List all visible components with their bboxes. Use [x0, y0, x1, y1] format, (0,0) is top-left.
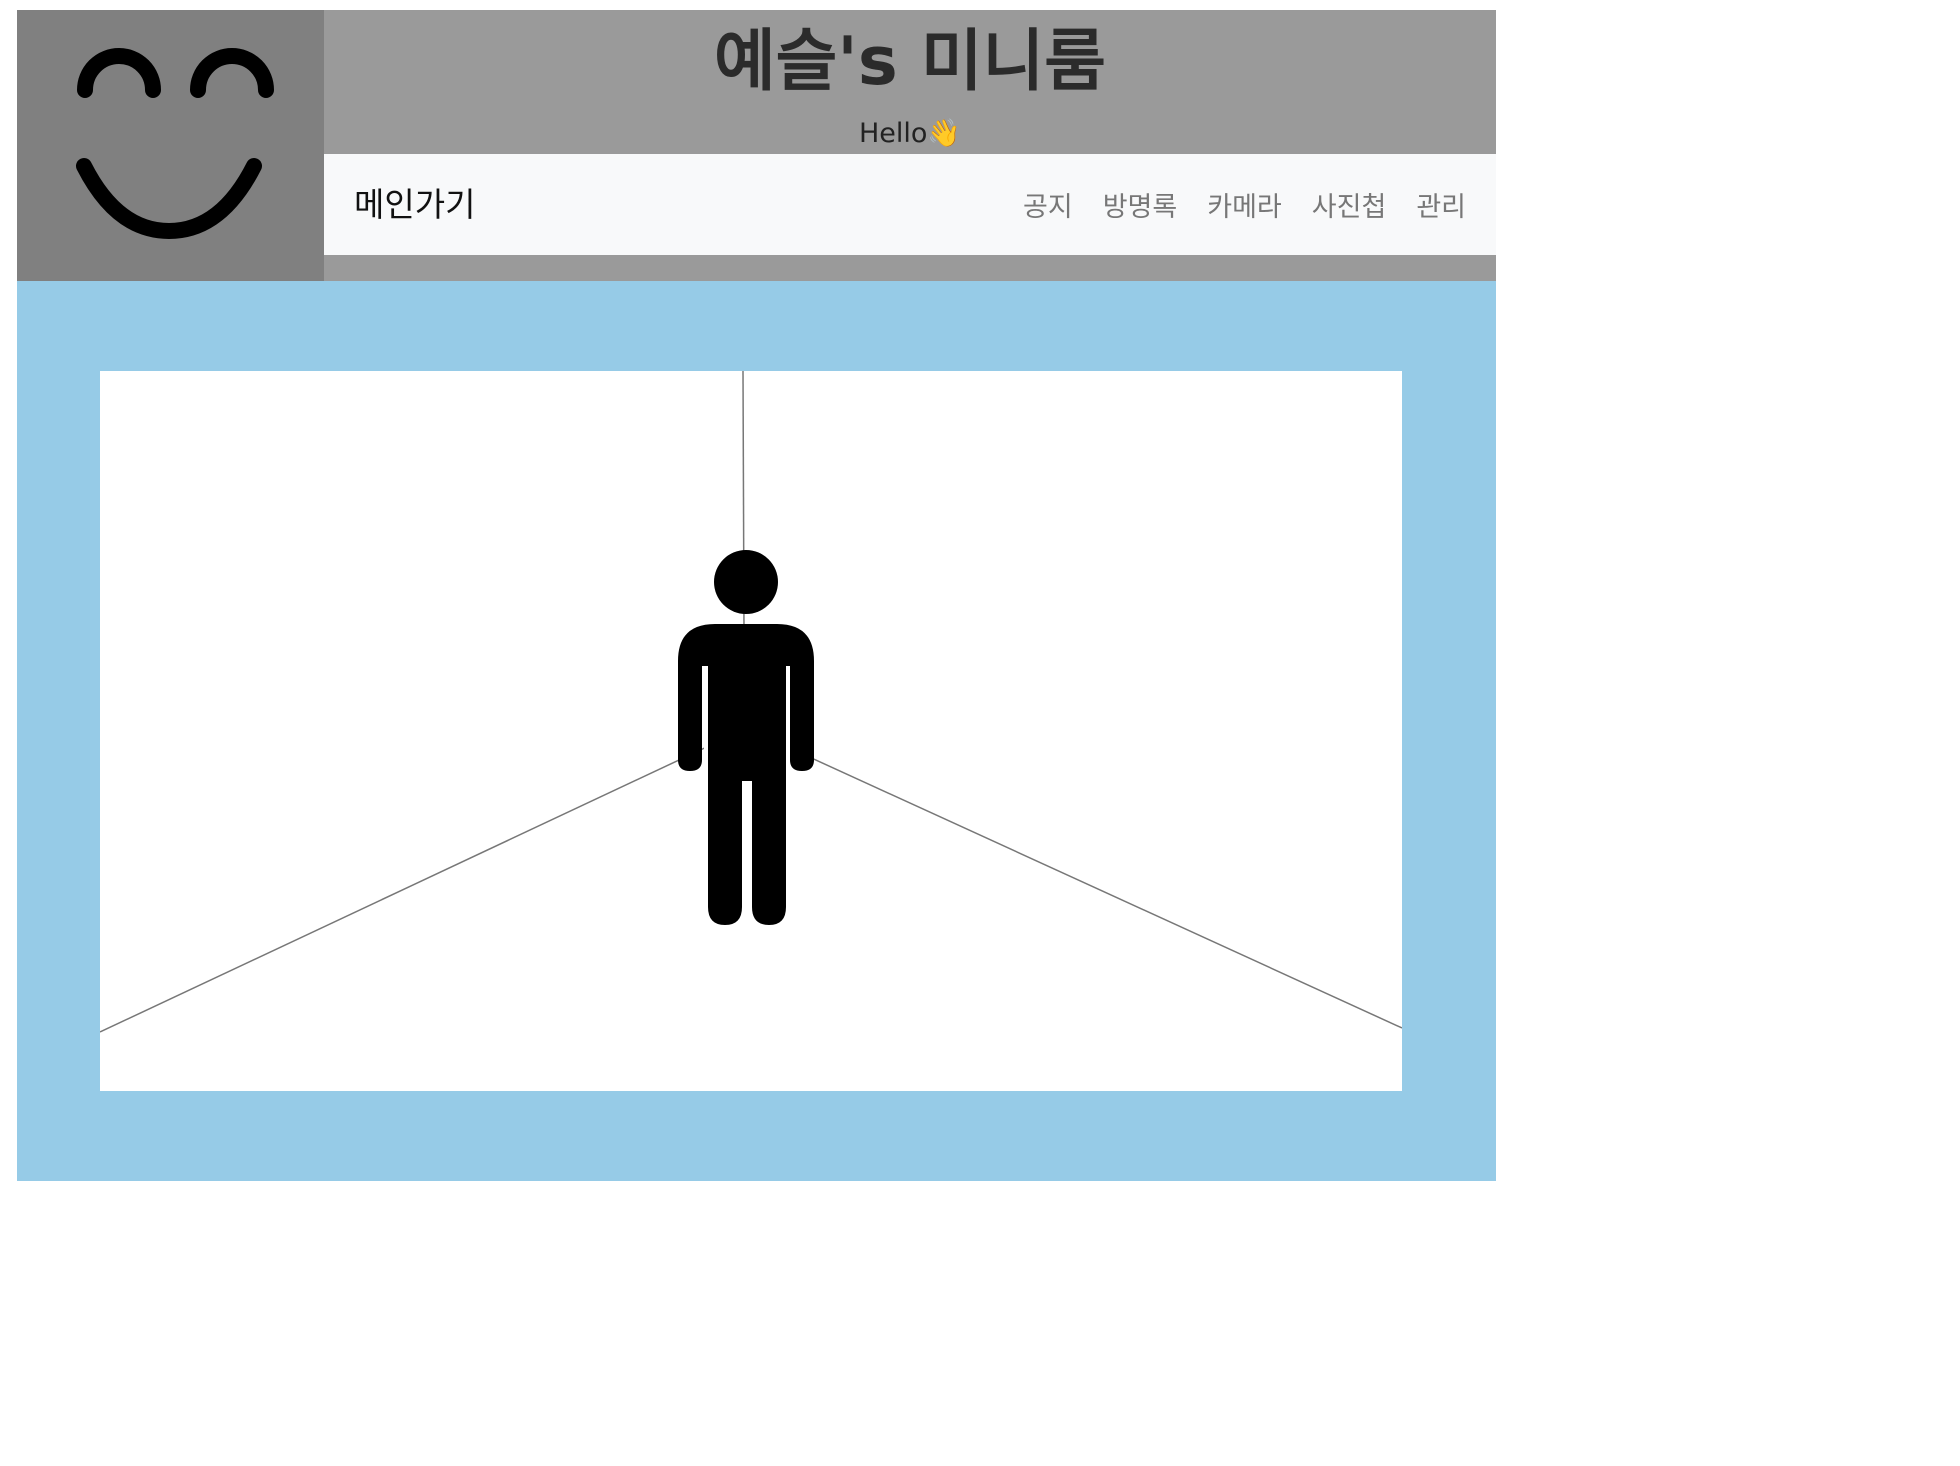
- header: 예슬's 미니룸 Hello👋 메인가기 공지 방명록 카메라 사진첩 관리: [17, 10, 1496, 281]
- miniroom: [100, 371, 1402, 1091]
- miniroom-stage: [17, 281, 1496, 1181]
- person-icon[interactable]: [100, 371, 1402, 1091]
- smiley-face-icon: [76, 48, 274, 240]
- brand-link[interactable]: 메인가기: [354, 154, 475, 255]
- navbar: 메인가기 공지 방명록 카메라 사진첩 관리: [324, 154, 1496, 255]
- nav-link-album[interactable]: 사진첩: [1312, 185, 1387, 224]
- nav-link-notice[interactable]: 공지: [1023, 185, 1073, 224]
- nav-link-guestbook[interactable]: 방명록: [1103, 185, 1178, 224]
- site-subtitle: Hello👋: [858, 118, 962, 149]
- logo[interactable]: [17, 10, 324, 281]
- site-title: 예슬's 미니룸: [714, 22, 1106, 100]
- nav-link-admin[interactable]: 관리: [1416, 185, 1466, 224]
- nav-link-camera[interactable]: 카메라: [1207, 185, 1282, 224]
- nav-links: 공지 방명록 카메라 사진첩 관리: [993, 154, 1466, 255]
- page: 예슬's 미니룸 Hello👋 메인가기 공지 방명록 카메라 사진첩 관리: [17, 10, 1496, 1181]
